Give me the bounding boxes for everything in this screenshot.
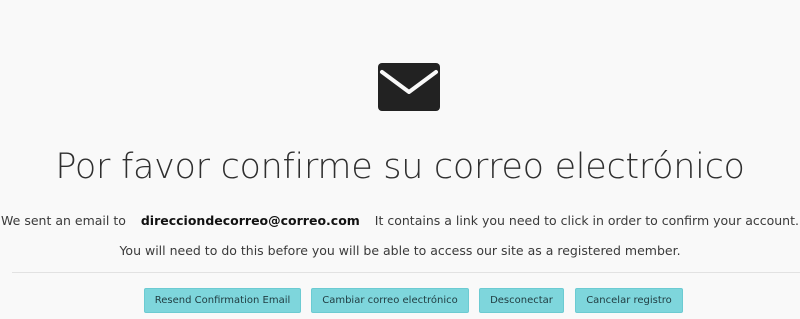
- page-title: Por favor confirme su correo electrónico: [55, 147, 745, 187]
- logout-button[interactable]: Desconectar: [479, 288, 564, 313]
- confirm-email-page: Por favor confirme su correo electrónico…: [0, 0, 800, 319]
- email-address: direcciondecorreo@correo.com: [140, 213, 360, 228]
- message-suffix: It contains a link you need to click in …: [374, 213, 799, 228]
- confirmation-message: We sent an email to direcciondecorreo@co…: [0, 211, 800, 231]
- cancel-registration-button[interactable]: Cancelar registro: [575, 288, 683, 313]
- message-prefix: We sent an email to: [1, 213, 126, 228]
- divider: [12, 272, 800, 273]
- change-email-button[interactable]: Cambiar correo electrónico: [311, 288, 469, 313]
- envelope-icon: [378, 63, 440, 111]
- registration-note: You will need to do this before you will…: [119, 243, 681, 258]
- resend-confirmation-button[interactable]: Resend Confirmation Email: [144, 288, 301, 313]
